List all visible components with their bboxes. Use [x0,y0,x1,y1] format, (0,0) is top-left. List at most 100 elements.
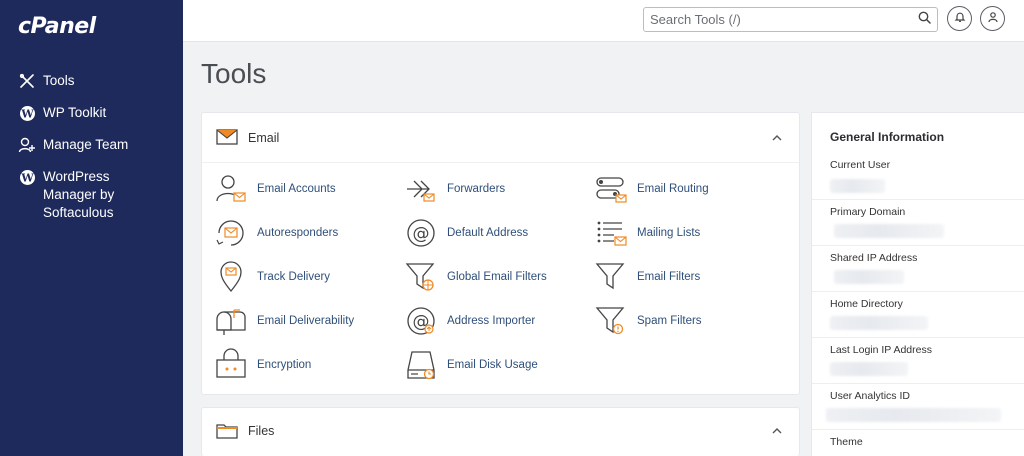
general-information-title: General Information [830,130,945,144]
tool-label: Forwarders [447,183,506,195]
sidebar-item-manage-team[interactable]: Manage Team [0,130,183,160]
tool-label: Address Importer [447,315,536,327]
redacted-value [834,224,944,238]
email-accounts-icon [214,172,248,206]
tool-address-importer[interactable]: @ Address Importer [404,303,535,339]
tool-email-routing[interactable]: Email Routing [594,171,709,207]
tool-label: Default Address [447,227,529,239]
sidebar-item-wp-toolkit[interactable]: W WP Toolkit [0,98,183,128]
address-importer-icon: @ [404,304,438,338]
tool-mailing-lists[interactable]: Mailing Lists [594,215,700,251]
email-section-title: Email [248,130,280,145]
info-label: Shared IP Address [830,252,918,264]
sidebar-item-wordpress-manager[interactable]: W WordPress Manager by Softaculous [0,162,183,228]
svg-text:@: @ [413,224,430,244]
search-icon[interactable] [918,11,931,29]
mailing-lists-icon [594,216,628,250]
wordpress-icon: W [18,168,36,186]
general-information-panel: General Information Current User Primary… [811,112,1024,456]
info-row-current-user: Current User [812,153,1024,199]
tool-label: Global Email Filters [447,271,547,283]
bell-icon [954,10,966,28]
user-menu-button[interactable] [980,6,1005,31]
tool-autoresponders[interactable]: Autoresponders [214,215,338,251]
tool-email-disk-usage[interactable]: Email Disk Usage [404,347,538,383]
info-row-primary-domain: Primary Domain [812,199,1024,245]
tools-icon [18,72,36,90]
files-section-header[interactable]: Files [202,408,799,454]
email-routing-icon [594,172,628,206]
tool-label: Email Filters [637,271,701,283]
svg-text:W: W [20,107,34,120]
user-icon [987,10,999,28]
redacted-value [826,408,1001,422]
files-section: Files [201,407,800,456]
tool-global-email-filters[interactable]: Global Email Filters [404,259,547,295]
email-deliverability-icon [214,304,248,338]
sidebar-nav: Tools W WP Toolkit Manage Team W WordPre… [0,66,183,230]
sidebar: cPanel Tools W WP Toolkit Manage Team W … [0,0,183,456]
redacted-value [834,270,904,284]
tool-email-deliverability[interactable]: Email Deliverability [214,303,354,339]
tool-label: Email Routing [637,183,709,195]
info-row-theme: Theme [812,429,1024,456]
tool-email-filters[interactable]: Email Filters [594,259,700,295]
tool-spam-filters[interactable]: Spam Filters [594,303,702,339]
top-bar [183,0,1024,42]
svg-text:W: W [20,171,34,184]
sidebar-item-label: WP Toolkit [43,105,107,120]
wordpress-icon: W [18,104,36,122]
page-title: Tools [201,58,267,89]
email-section-header[interactable]: Email [202,113,799,163]
email-section: Email Email Accounts Forwarders Email Ro… [201,112,800,395]
tool-label: Autoresponders [257,227,339,239]
search-box[interactable] [643,7,938,32]
tool-label: Email Disk Usage [447,359,538,371]
sidebar-item-tools[interactable]: Tools [0,66,183,96]
forwarders-icon [404,172,438,206]
search-input[interactable] [650,12,918,27]
redacted-value [830,316,928,330]
files-section-title: Files [248,424,275,438]
info-row-last-login-ip: Last Login IP Address [812,337,1024,383]
sidebar-item-label: Tools [43,73,75,88]
redacted-value [830,362,908,376]
info-label: Theme [830,436,863,448]
autoresponders-icon [214,216,248,250]
tool-default-address[interactable]: @ Default Address [404,215,528,251]
track-delivery-icon [214,260,248,294]
sidebar-item-label: Manage Team [43,137,129,152]
tool-label: Mailing Lists [637,227,701,239]
tool-label: Email Deliverability [257,315,355,327]
tool-email-accounts[interactable]: Email Accounts [214,171,336,207]
envelope-icon [216,128,238,147]
notifications-button[interactable] [947,6,972,31]
tool-label: Spam Filters [637,315,702,327]
tool-label: Track Delivery [257,271,331,283]
info-label: Last Login IP Address [830,344,932,356]
info-label: Primary Domain [830,206,906,218]
chevron-up-icon[interactable] [771,424,785,438]
cpanel-logo[interactable]: cPanel [18,14,96,39]
chevron-up-icon[interactable] [771,131,785,145]
spam-filters-icon [594,304,628,338]
tool-label: Encryption [257,359,312,371]
info-label: Current User [830,159,891,171]
folder-icon [216,422,238,440]
info-row-shared-ip: Shared IP Address [812,245,1024,291]
tool-track-delivery[interactable]: Track Delivery [214,259,330,295]
redacted-value [830,179,885,193]
info-label: User Analytics ID [830,390,910,402]
sidebar-item-label: WordPress Manager by Softaculous [43,169,115,220]
tool-forwarders[interactable]: Forwarders [404,171,505,207]
email-disk-usage-icon [404,348,438,382]
info-row-user-analytics-id: User Analytics ID [812,383,1024,429]
default-address-icon: @ [404,216,438,250]
tool-label: Email Accounts [257,183,336,195]
email-filters-icon [594,260,628,294]
team-icon [18,136,36,154]
info-row-home-directory: Home Directory [812,291,1024,337]
encryption-icon [214,348,248,382]
global-email-filters-icon [404,260,438,294]
tool-encryption[interactable]: Encryption [214,347,311,383]
